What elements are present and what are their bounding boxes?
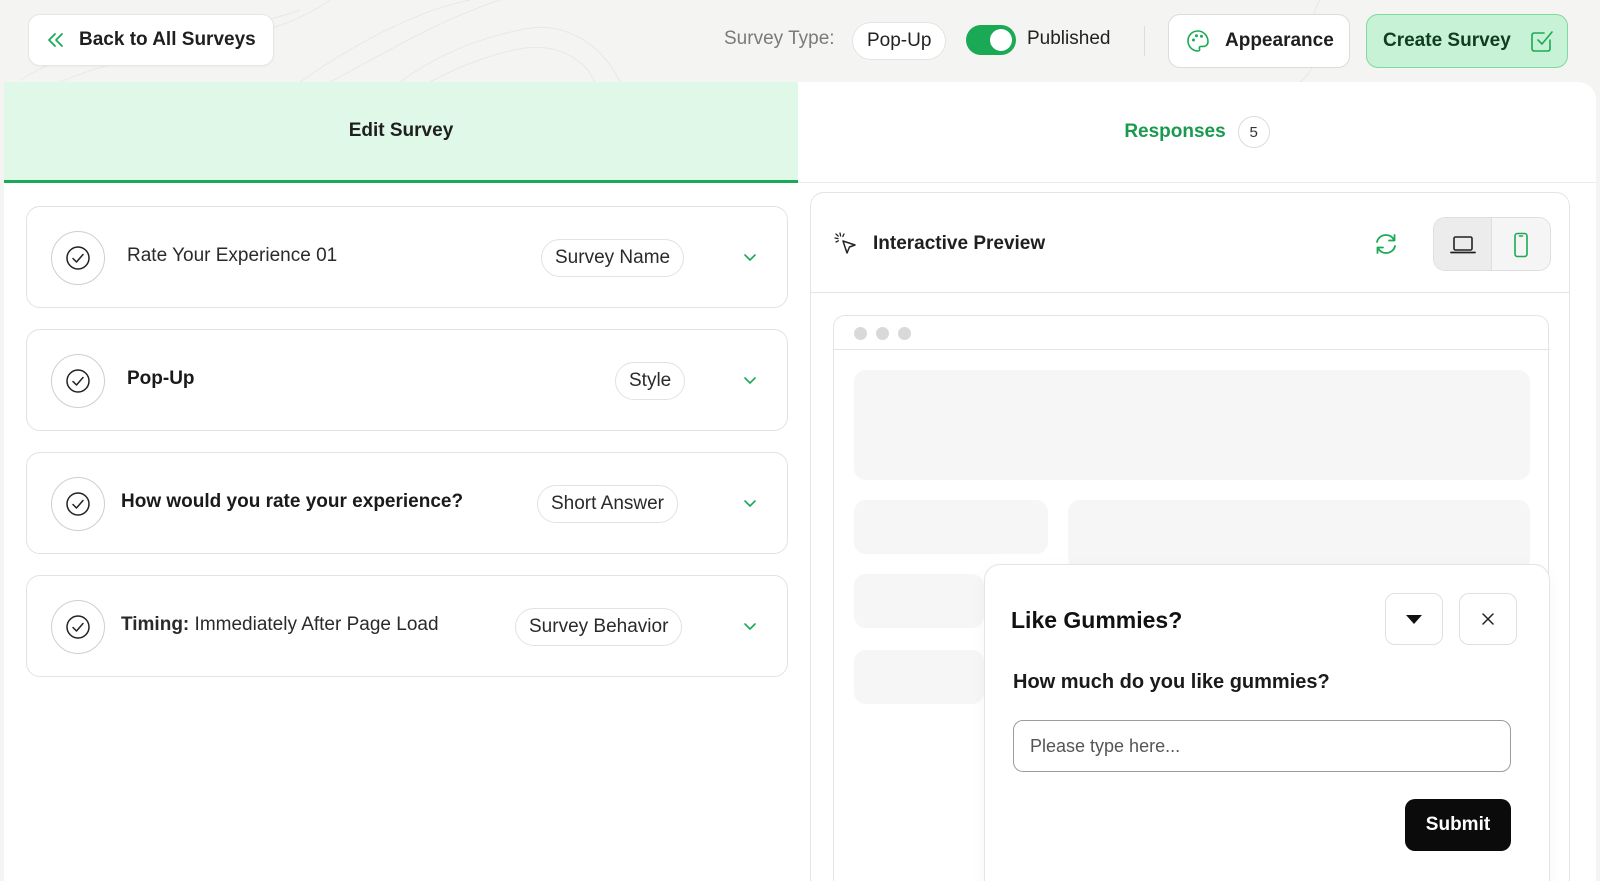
- tab-edit-label: Edit Survey: [348, 120, 454, 141]
- survey-type-badge: Pop-Up: [852, 22, 947, 60]
- refresh-icon[interactable]: [1373, 231, 1399, 257]
- popup-question: How much do you like gummies?: [1013, 671, 1330, 693]
- placeholder-block: [854, 500, 1048, 554]
- circle-check-icon: [51, 600, 105, 654]
- browser-title-bar: [834, 316, 1550, 350]
- section-title: Rate Your Experience 01: [127, 245, 338, 266]
- section-card-style[interactable]: Pop-Up Style: [26, 329, 788, 431]
- responses-count-badge: 5: [1237, 116, 1270, 148]
- section-title: How would you rate your experience?: [121, 491, 464, 512]
- section-card-survey-name[interactable]: Rate Your Experience 01 Survey Name: [26, 206, 788, 308]
- section-title: Pop-Up: [127, 368, 195, 389]
- mobile-view-button[interactable]: [1492, 218, 1550, 270]
- tab-responses[interactable]: Responses 5: [798, 82, 1596, 183]
- tab-edit-survey[interactable]: Edit Survey: [4, 82, 798, 183]
- circle-check-icon: [51, 477, 105, 531]
- popup-title: Like Gummies?: [1011, 607, 1183, 633]
- placeholder-block: [1068, 500, 1530, 570]
- laptop-icon: [1449, 236, 1476, 254]
- placeholder-block: [854, 650, 984, 704]
- section-card-question[interactable]: How would you rate your experience? Shor…: [26, 452, 788, 554]
- caret-down-icon: [1406, 615, 1422, 624]
- submit-button[interactable]: Submit: [1405, 799, 1511, 851]
- section-title-value: Immediately After Page Load: [189, 614, 439, 635]
- preview-header: Interactive Preview: [811, 193, 1569, 293]
- appearance-label: Appearance: [1225, 30, 1334, 51]
- device-toggle-group: [1433, 217, 1551, 271]
- back-button-label: Back to All Surveys: [79, 29, 256, 50]
- section-title-prefix: Timing:: [121, 614, 190, 635]
- placeholder-block: [854, 370, 1530, 480]
- create-survey-button[interactable]: Create Survey: [1366, 14, 1568, 68]
- tab-bar: Edit Survey Responses 5: [4, 82, 1596, 183]
- chevron-down-icon[interactable]: [742, 495, 758, 511]
- published-label: Published: [1027, 28, 1111, 49]
- section-tag: Survey Name: [541, 239, 685, 277]
- survey-type-label: Survey Type:: [724, 28, 835, 49]
- section-title: Timing: Immediately After Page Load: [121, 614, 439, 636]
- palette-icon: [1187, 30, 1209, 52]
- top-bar: Back to All Surveys Survey Type: Pop-Up …: [0, 0, 1600, 82]
- chevron-down-icon[interactable]: [742, 618, 758, 634]
- create-survey-label: Create Survey: [1383, 30, 1511, 51]
- section-tag: Survey Behavior: [515, 608, 683, 646]
- placeholder-block: [854, 574, 984, 628]
- window-dot: [898, 327, 911, 340]
- circle-check-icon: [51, 354, 105, 408]
- section-card-behavior[interactable]: Timing: Immediately After Page Load Surv…: [26, 575, 788, 677]
- header-divider: [1144, 26, 1145, 56]
- published-toggle[interactable]: [966, 25, 1016, 55]
- window-dot: [876, 327, 889, 340]
- chevron-down-icon[interactable]: [742, 249, 758, 265]
- survey-popup: Like Gummies? How much do you like gummi…: [984, 564, 1550, 881]
- smartphone-icon: [1514, 232, 1528, 258]
- popup-close-button[interactable]: [1459, 593, 1517, 645]
- desktop-view-button[interactable]: [1434, 218, 1493, 270]
- section-tag: Style: [615, 362, 686, 400]
- pointer-click-icon: [834, 232, 856, 254]
- section-tag: Short Answer: [537, 485, 678, 523]
- close-icon: [1482, 613, 1494, 625]
- browser-mockup: Like Gummies? How much do you like gummi…: [833, 315, 1550, 881]
- appearance-button[interactable]: Appearance: [1168, 14, 1350, 68]
- tab-responses-label: Responses: [1124, 121, 1226, 142]
- toggle-knob: [990, 29, 1012, 51]
- popup-answer-input[interactable]: [1013, 720, 1511, 772]
- chevron-down-icon[interactable]: [742, 372, 758, 388]
- main-panel: Edit Survey Responses 5 Rate Your Experi…: [4, 82, 1596, 881]
- back-to-surveys-button[interactable]: Back to All Surveys: [28, 14, 274, 66]
- square-check-icon: [1530, 31, 1553, 52]
- window-dot: [854, 327, 867, 340]
- popup-collapse-button[interactable]: [1385, 593, 1443, 645]
- preview-title: Interactive Preview: [873, 233, 1046, 254]
- chevrons-left-icon: [48, 33, 63, 47]
- circle-check-icon: [51, 231, 105, 285]
- interactive-preview-panel: Interactive Preview Like Gummies? How mu…: [810, 192, 1570, 881]
